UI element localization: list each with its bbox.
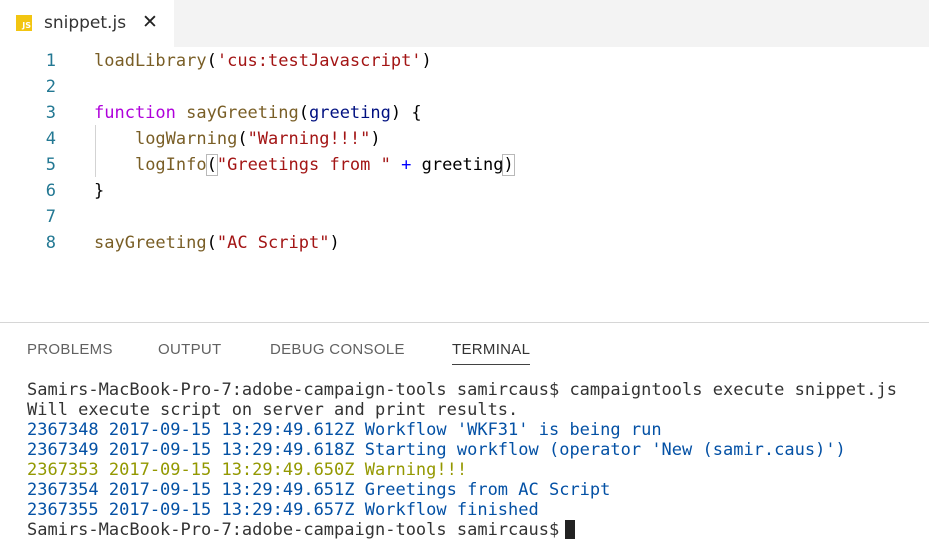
code-text: loadLibrary('cus:testJavascript') (94, 48, 432, 74)
code-token: ) (329, 233, 340, 253)
line-number: 1 (45, 51, 56, 71)
tab-terminal[interactable]: TERMINAL (452, 341, 531, 365)
terminal-line: Samirs-MacBook-Pro-7:adobe-campaign-tool… (27, 380, 897, 400)
terminal-line: Will execute script on server and print … (27, 400, 519, 420)
code-line[interactable]: 6} (0, 178, 929, 204)
prompt-text: Samirs-MacBook-Pro-7:adobe-campaign-tool… (27, 520, 560, 540)
code-token: ( (298, 103, 309, 123)
terminal-line: 2367354 2017-09-15 13:29:49.651Z Greetin… (27, 480, 611, 500)
code-token: greeting (308, 103, 391, 123)
code-line[interactable]: 1 loadLibrary('cus:testJavascript') (0, 48, 929, 74)
javascript-file-icon: JS (16, 15, 32, 31)
tab-output[interactable]: OUTPUT (158, 341, 221, 358)
code-token: ( (237, 129, 248, 149)
code-line[interactable]: 2 (0, 74, 929, 100)
code-token: ( (205, 154, 218, 176)
code-text: } (94, 178, 104, 204)
code-token: "Greetings from " (216, 155, 391, 175)
code-token: sayGreeting (186, 103, 299, 123)
code-token: ) (370, 129, 381, 149)
bottom-panel: PROBLEMS OUTPUT DEBUG CONSOLE TERMINAL S… (0, 322, 929, 560)
terminal-line: 2367353 2017-09-15 13:29:49.650Z Warning… (27, 460, 468, 480)
code-line[interactable]: 5 logInfo("Greetings from " + greeting) (0, 152, 929, 178)
line-number: 2 (45, 77, 56, 97)
code-line[interactable]: 7 (0, 204, 929, 230)
code-token: ( (206, 233, 217, 253)
code-token: sayGreeting (94, 233, 207, 253)
terminal-output[interactable]: Samirs-MacBook-Pro-7:adobe-campaign-tool… (27, 380, 929, 540)
tab-problems[interactable]: PROBLEMS (27, 341, 113, 358)
code-text: logWarning("Warning!!!") (94, 126, 381, 152)
code-line[interactable]: 3 function sayGreeting(greeting) { (0, 100, 929, 126)
tab-debug-console[interactable]: DEBUG CONSOLE (270, 341, 405, 358)
code-token: 'cus:testJavascript' (216, 51, 422, 71)
code-token: } (94, 181, 105, 201)
code-token: "AC Script" (216, 233, 330, 253)
code-token: "Warning!!!" (247, 129, 371, 149)
code-token: + (401, 155, 412, 175)
code-line[interactable]: 8 sayGreeting("AC Script") (0, 230, 929, 256)
line-number: 5 (45, 155, 56, 175)
code-text: function sayGreeting(greeting) { (94, 100, 422, 126)
code-token: ) (502, 154, 515, 176)
code-token: function (94, 103, 176, 123)
code-text: logInfo("Greetings from " + greeting) (94, 152, 515, 178)
close-icon[interactable]: ✕ (142, 11, 158, 33)
code-token: greeting (411, 155, 504, 175)
code-token: logWarning (134, 129, 238, 149)
line-number: 6 (45, 181, 56, 201)
editor-tab-bar: JS snippet.js ✕ (0, 0, 929, 47)
line-number: 4 (45, 129, 56, 149)
terminal-line: 2367349 2017-09-15 13:29:49.618Z Startin… (27, 440, 846, 460)
tab-file-name: snippet.js (44, 13, 127, 33)
code-token: loadLibrary (94, 51, 207, 71)
code-token: logInfo (134, 155, 207, 175)
terminal-line: 2367348 2017-09-15 13:29:49.612Z Workflo… (27, 420, 662, 440)
code-line[interactable]: 4 logWarning("Warning!!!") (0, 126, 929, 152)
line-number: 3 (45, 103, 56, 123)
code-text: sayGreeting("AC Script") (94, 230, 340, 256)
code-token: ) { (390, 103, 422, 123)
tab-snippet-js[interactable]: JS snippet.js ✕ (0, 0, 174, 47)
terminal-prompt: Samirs-MacBook-Pro-7:adobe-campaign-tool… (27, 520, 929, 540)
code-token: ( (206, 51, 217, 71)
line-number: 8 (45, 233, 56, 253)
terminal-line: 2367355 2017-09-15 13:29:49.657Z Workflo… (27, 500, 539, 520)
line-number: 7 (45, 207, 56, 227)
code-token: ) (421, 51, 432, 71)
terminal-cursor (565, 520, 576, 539)
code-editor[interactable]: 1 loadLibrary('cus:testJavascript') 2 3 func… (0, 47, 929, 322)
